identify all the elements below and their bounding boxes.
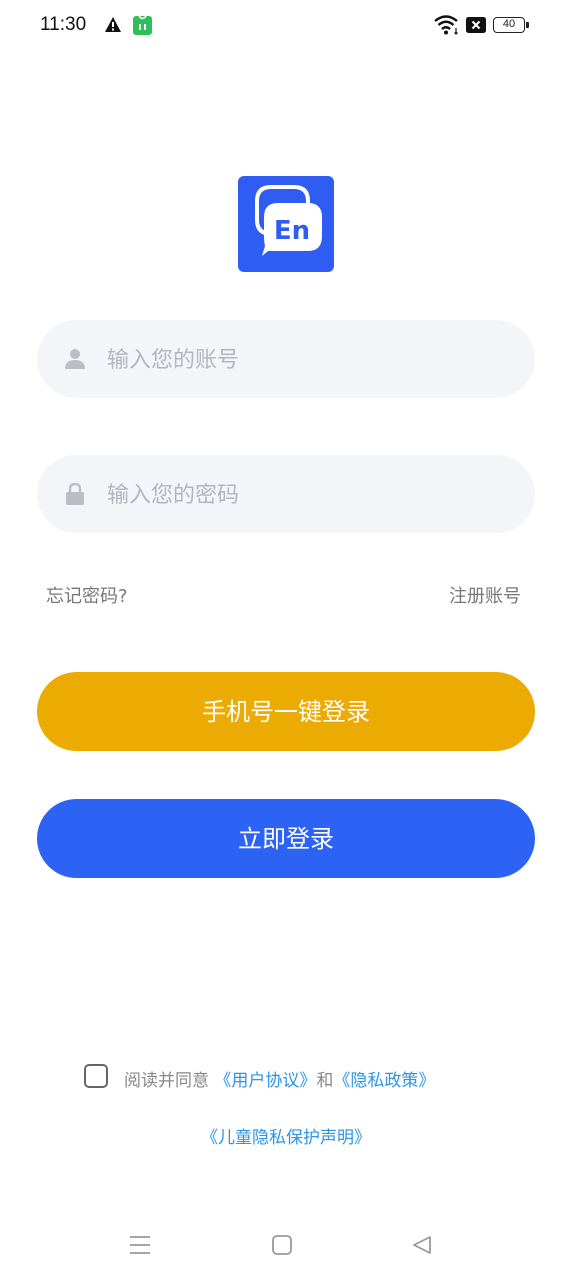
logo-text: En (274, 216, 310, 246)
user-icon (65, 349, 85, 369)
agreement-text: 阅读并同意 《用户协议》和《隐私政策》 (124, 1066, 435, 1091)
account-field[interactable] (37, 320, 535, 400)
lock-icon (66, 483, 84, 505)
forgot-password-link[interactable]: 忘记密码? (46, 582, 128, 608)
account-input[interactable] (105, 320, 509, 400)
password-input[interactable] (105, 455, 509, 535)
menu-icon[interactable] (129, 1234, 151, 1256)
status-bar: 11:30 40 (0, 0, 572, 52)
back-icon[interactable] (411, 1234, 433, 1256)
agreement-row: 阅读并同意 《用户协议》和《隐私政策》 (84, 1064, 504, 1091)
login-button[interactable]: 立即登录 (37, 799, 535, 878)
warning-icon (105, 17, 121, 32)
home-icon[interactable] (271, 1234, 293, 1256)
agreement-and: 和 (316, 1071, 334, 1091)
wifi-icon (434, 15, 458, 35)
battery-icon: 40 (493, 17, 529, 33)
chat-bubble-icon: En (255, 185, 322, 256)
status-time: 11:30 (40, 14, 87, 35)
app-logo: En (238, 176, 334, 272)
agreement-prefix: 阅读并同意 (124, 1071, 209, 1091)
agreement-checkbox[interactable] (84, 1064, 108, 1088)
phone-one-click-login-button[interactable]: 手机号一键登录 (37, 672, 535, 751)
user-agreement-link[interactable]: 《用户协议》 (214, 1071, 316, 1091)
system-nav-bar (0, 1220, 572, 1270)
sim-icon (466, 17, 486, 33)
child-privacy-row: 《儿童隐私保护声明》 (0, 1123, 572, 1148)
password-field[interactable] (37, 455, 535, 535)
child-privacy-link[interactable]: 《儿童隐私保护声明》 (201, 1128, 371, 1148)
app-notification-icon (133, 15, 152, 35)
register-link[interactable]: 注册账号 (449, 582, 521, 608)
privacy-policy-link[interactable]: 《隐私政策》 (333, 1071, 435, 1091)
